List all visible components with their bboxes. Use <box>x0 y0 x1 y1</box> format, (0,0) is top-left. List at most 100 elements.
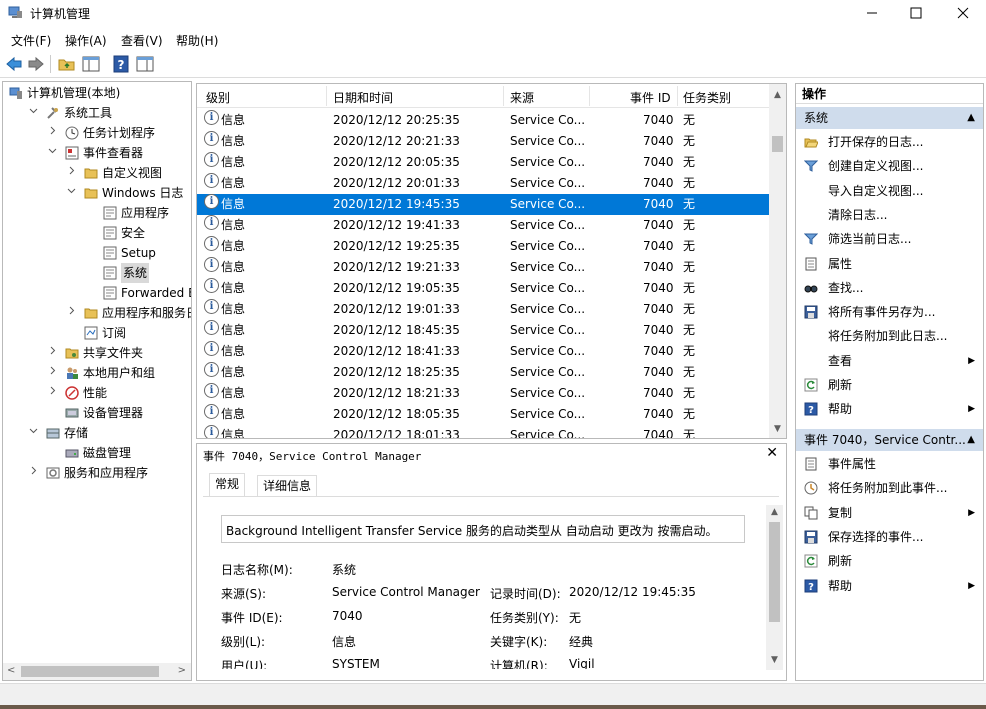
event-row[interactable]: i 信息 2020/12/12 20:25:35 Service Co... 7040 无 <box>197 110 771 131</box>
tree-item[interactable]: 事件查看器 <box>3 143 191 163</box>
action-item[interactable]: 打开保存的日志... <box>796 131 983 153</box>
tree-item[interactable]: 应用程序 <box>3 203 191 223</box>
detail-scrollbar-thumb[interactable] <box>769 522 780 622</box>
help-icon[interactable]: ? <box>112 55 130 73</box>
event-row[interactable]: i 信息 2020/12/12 18:45:35 Service Co... 7040 无 <box>197 320 771 341</box>
action-item[interactable]: 将所有事件另存为... <box>796 301 983 323</box>
event-row[interactable]: i 信息 2020/12/12 18:25:35 Service Co... 7040 无 <box>197 362 771 383</box>
chevron-down-icon[interactable] <box>28 103 38 123</box>
event-row[interactable]: i 信息 2020/12/12 20:05:35 Service Co... 7040 无 <box>197 152 771 173</box>
chevron-right-icon[interactable] <box>66 303 76 323</box>
event-row[interactable]: i 信息 2020/12/12 19:05:35 Service Co... 7040 无 <box>197 278 771 299</box>
event-row[interactable]: i 信息 2020/12/12 20:21:33 Service Co... 7040 无 <box>197 131 771 152</box>
event-row[interactable]: i 信息 2020/12/12 18:21:33 Service Co... 7040 无 <box>197 383 771 404</box>
action-item[interactable]: 刷新 <box>796 374 983 396</box>
scrollbar-thumb[interactable] <box>21 666 159 677</box>
detail-scroll-down-icon[interactable]: ▼ <box>766 655 783 665</box>
up-folder-icon[interactable] <box>58 55 76 73</box>
scroll-right-icon[interactable]: > <box>178 665 186 676</box>
actions-section-event[interactable]: 事件 7040，Service Contr... ▲ <box>796 429 983 451</box>
tree-item[interactable]: 本地用户和组 <box>3 363 191 383</box>
chevron-down-icon[interactable] <box>66 183 76 203</box>
tree-item[interactable]: 性能 <box>3 383 191 403</box>
tree-horizontal-scrollbar[interactable]: < > <box>3 663 191 680</box>
tree-item[interactable]: 存储 <box>3 423 191 443</box>
close-button[interactable] <box>940 0 986 26</box>
tree-item[interactable]: 安全 <box>3 223 191 243</box>
column-header-task-category[interactable]: 任务类别 <box>683 89 731 106</box>
action-item[interactable]: ? 帮助 ▶ <box>796 575 983 597</box>
chevron-right-icon[interactable] <box>47 343 57 363</box>
column-header-datetime[interactable]: 日期和时间 <box>333 89 393 106</box>
detail-close-icon[interactable]: ✕ <box>766 445 778 461</box>
scrollbar-thumb[interactable] <box>772 136 783 152</box>
action-item[interactable]: 筛选当前日志... <box>796 228 983 250</box>
column-header-source[interactable]: 来源 <box>510 89 534 106</box>
tree-item[interactable]: 任务计划程序 <box>3 123 191 143</box>
actions-section-system[interactable]: 系统 ▲ <box>796 107 983 129</box>
chevron-right-icon[interactable] <box>47 123 57 143</box>
action-item[interactable]: 复制 ▶ <box>796 502 983 524</box>
event-row[interactable]: i 信息 2020/12/12 19:21:33 Service Co... 7040 无 <box>197 257 771 278</box>
back-arrow-icon[interactable] <box>5 55 23 73</box>
event-row[interactable]: i 信息 2020/12/12 19:01:33 Service Co... 7040 无 <box>197 299 771 320</box>
action-item[interactable]: 清除日志... <box>796 204 983 226</box>
show-hide-action-pane-icon[interactable] <box>136 55 154 73</box>
tree-item[interactable]: 自定义视图 <box>3 163 191 183</box>
action-item[interactable]: 保存选择的事件... <box>796 526 983 548</box>
action-item[interactable]: 导入自定义视图... <box>796 180 983 202</box>
tree-item[interactable]: 磁盘管理 <box>3 443 191 463</box>
tab-general[interactable]: 常规 <box>209 473 246 497</box>
chevron-down-icon[interactable] <box>28 423 38 443</box>
tree-item[interactable]: Setup <box>3 243 191 263</box>
menu-file[interactable]: 文件(F) <box>11 32 51 49</box>
event-row[interactable]: i 信息 2020/12/12 20:01:33 Service Co... 7040 无 <box>197 173 771 194</box>
event-message[interactable]: Background Intelligent Transfer Service … <box>221 515 745 543</box>
event-row[interactable]: i 信息 2020/12/12 18:41:33 Service Co... 7040 无 <box>197 341 771 362</box>
chevron-down-icon[interactable] <box>47 143 57 163</box>
chevron-right-icon[interactable] <box>47 363 57 383</box>
chevron-right-icon[interactable] <box>28 463 38 483</box>
tree-item[interactable]: 设备管理器 <box>3 403 191 423</box>
action-item[interactable]: 将任务附加到此日志... <box>796 325 983 347</box>
action-item[interactable]: 查找... <box>796 277 983 299</box>
event-list[interactable]: 级别 日期和时间 来源 事件 ID 任务类别 i 信息 2020/12/12 20:… <box>196 83 787 439</box>
minimize-button[interactable] <box>849 0 895 26</box>
chevron-right-icon[interactable] <box>47 383 57 403</box>
event-row[interactable]: i 信息 2020/12/12 19:45:35 Service Co... 7040 无 <box>197 194 771 215</box>
tree-item[interactable]: 应用程序和服务日志 <box>3 303 191 323</box>
collapse-up-icon[interactable]: ▲ <box>967 107 975 129</box>
action-item[interactable]: 查看 ▶ <box>796 350 983 372</box>
tree-item[interactable]: 服务和应用程序 <box>3 463 191 483</box>
event-row[interactable]: i 信息 2020/12/12 18:01:33 Service Co... 7040 无 <box>197 425 771 438</box>
scroll-down-icon[interactable]: ▼ <box>769 421 786 438</box>
tree-item[interactable]: Forwarded Eve <box>3 283 191 303</box>
detail-scrollbar[interactable]: ▲ ▼ <box>766 505 783 670</box>
scroll-up-icon[interactable]: ▲ <box>769 87 786 104</box>
scroll-left-icon[interactable]: < <box>7 665 15 676</box>
column-header-event-id[interactable]: 事件 ID <box>630 89 671 106</box>
console-tree[interactable]: 计算机管理(本地) 系统工具 任务计划程序 事件查看器 自定义视图 Windows 日志应… <box>2 81 192 681</box>
tree-item[interactable]: 订阅 <box>3 323 191 343</box>
event-row[interactable]: i 信息 2020/12/12 19:41:33 Service Co... 7040 无 <box>197 215 771 236</box>
menu-help[interactable]: 帮助(H) <box>176 32 218 49</box>
action-item[interactable]: ? 帮助 ▶ <box>796 398 983 420</box>
action-item[interactable]: 将任务附加到此事件... <box>796 477 983 499</box>
tree-item[interactable]: Windows 日志 <box>3 183 191 203</box>
action-item[interactable]: 刷新 <box>796 550 983 572</box>
tree-item[interactable]: 共享文件夹 <box>3 343 191 363</box>
tab-details[interactable]: 详细信息 <box>257 475 318 497</box>
chevron-right-icon[interactable] <box>66 163 76 183</box>
tree-item[interactable]: 计算机管理(本地) <box>3 83 191 103</box>
maximize-button[interactable] <box>893 0 939 26</box>
menu-action[interactable]: 操作(A) <box>65 32 107 49</box>
action-item[interactable]: 创建自定义视图... <box>796 155 983 177</box>
detail-scroll-up-icon[interactable]: ▲ <box>766 507 783 517</box>
menu-view[interactable]: 查看(V) <box>121 32 163 49</box>
forward-arrow-icon[interactable] <box>27 55 45 73</box>
tree-item[interactable]: 系统工具 <box>3 103 191 123</box>
column-header-level[interactable]: 级别 <box>206 89 230 106</box>
collapse-up-icon[interactable]: ▲ <box>967 429 975 451</box>
show-hide-tree-icon[interactable] <box>82 55 100 73</box>
event-row[interactable]: i 信息 2020/12/12 19:25:35 Service Co... 7040 无 <box>197 236 771 257</box>
